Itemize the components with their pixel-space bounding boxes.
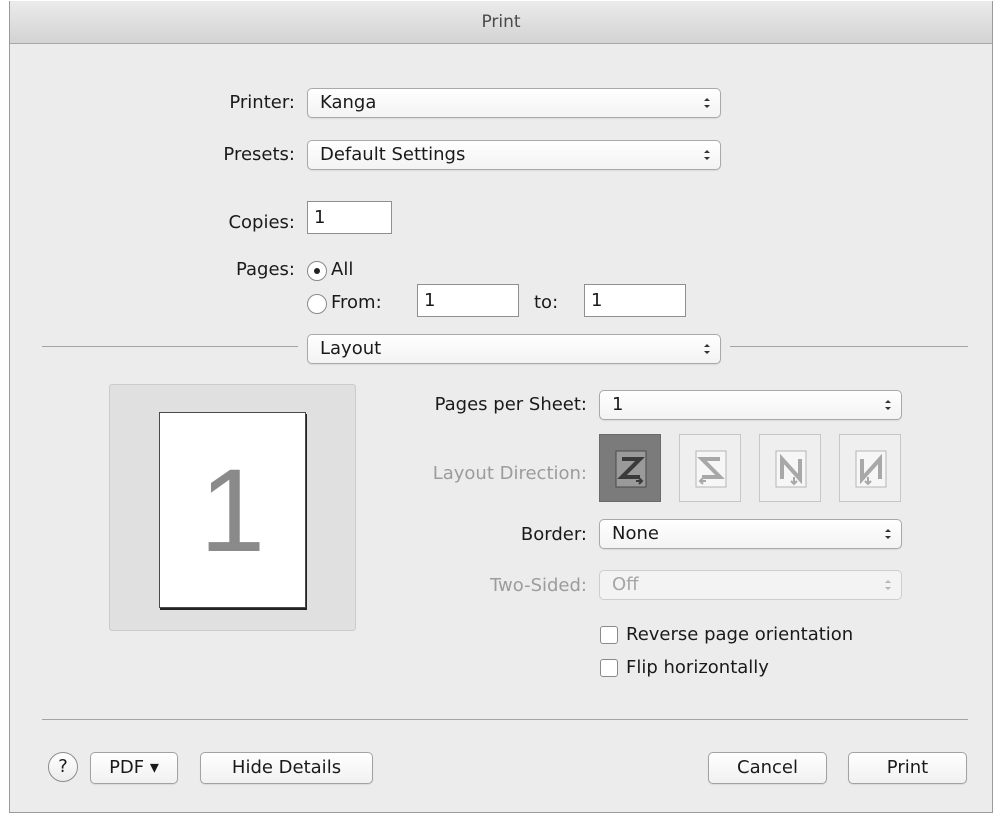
s-right-left-icon <box>695 450 727 488</box>
pages-from-label: From: <box>331 292 382 313</box>
separator <box>42 346 298 347</box>
layout-direction-s-button[interactable] <box>679 434 741 502</box>
printer-label: Printer: <box>229 92 295 113</box>
reverse-orientation-label: Reverse page orientation <box>626 624 854 645</box>
printer-popup[interactable]: Kanga <box>307 88 721 118</box>
layout-direction-label: Layout Direction: <box>432 463 587 484</box>
updown-arrows-icon <box>702 89 712 117</box>
updown-arrows-icon <box>883 391 893 419</box>
two-sided-value: Off <box>612 574 639 595</box>
two-sided-popup: Off <box>599 570 902 600</box>
updown-arrows-icon <box>702 141 712 169</box>
pages-to-field[interactable]: 1 <box>584 284 686 317</box>
separator <box>730 346 968 347</box>
n-mirrored-top-down-icon <box>855 450 887 488</box>
cancel-button[interactable]: Cancel <box>708 752 827 784</box>
pages-all-label: All <box>331 259 354 280</box>
footer-separator <box>42 719 968 720</box>
border-value: None <box>612 523 659 544</box>
page-preview: 1 <box>109 384 356 631</box>
pages-all-radio[interactable] <box>307 261 327 281</box>
window-title: Print <box>10 1 992 44</box>
pages-from-field[interactable]: 1 <box>417 284 519 317</box>
two-sided-label: Two-Sided: <box>490 575 587 596</box>
copies-label: Copies: <box>228 212 295 233</box>
help-button[interactable]: ? <box>48 752 78 782</box>
pages-per-sheet-value: 1 <box>612 394 624 415</box>
layout-direction-z-button[interactable] <box>599 434 661 502</box>
pages-to-label: to: <box>534 292 559 313</box>
border-popup[interactable]: None <box>599 519 902 549</box>
updown-arrows-icon <box>883 571 893 599</box>
presets-value: Default Settings <box>320 144 466 165</box>
layout-direction-n-button[interactable] <box>759 434 821 502</box>
preview-page: 1 <box>159 412 306 608</box>
print-button[interactable]: Print <box>848 752 967 784</box>
pages-per-sheet-popup[interactable]: 1 <box>599 390 902 420</box>
section-value: Layout <box>320 338 382 359</box>
presets-label: Presets: <box>223 144 295 165</box>
pages-from-radio[interactable] <box>307 294 327 314</box>
hide-details-button[interactable]: Hide Details <box>200 752 373 784</box>
layout-direction-n-mirrored-button[interactable] <box>839 434 901 502</box>
n-top-down-icon <box>775 450 807 488</box>
border-label: Border: <box>520 524 587 545</box>
z-left-right-icon <box>615 450 647 488</box>
flip-horizontally-checkbox[interactable] <box>600 659 618 677</box>
preview-page-number: 1 <box>199 445 266 577</box>
section-popup[interactable]: Layout <box>307 334 721 364</box>
flip-horizontally-label: Flip horizontally <box>626 657 769 678</box>
pages-label: Pages: <box>235 259 295 280</box>
pdf-button[interactable]: PDF ▾ <box>90 752 178 784</box>
updown-arrows-icon <box>883 520 893 548</box>
reverse-orientation-checkbox[interactable] <box>600 626 618 644</box>
pages-per-sheet-label: Pages per Sheet: <box>434 394 587 415</box>
print-dialog: Print Printer: Kanga Presets: Default Se… <box>9 1 993 813</box>
presets-popup[interactable]: Default Settings <box>307 140 721 170</box>
copies-field[interactable]: 1 <box>307 201 392 234</box>
printer-value: Kanga <box>320 92 377 113</box>
updown-arrows-icon <box>702 335 712 363</box>
